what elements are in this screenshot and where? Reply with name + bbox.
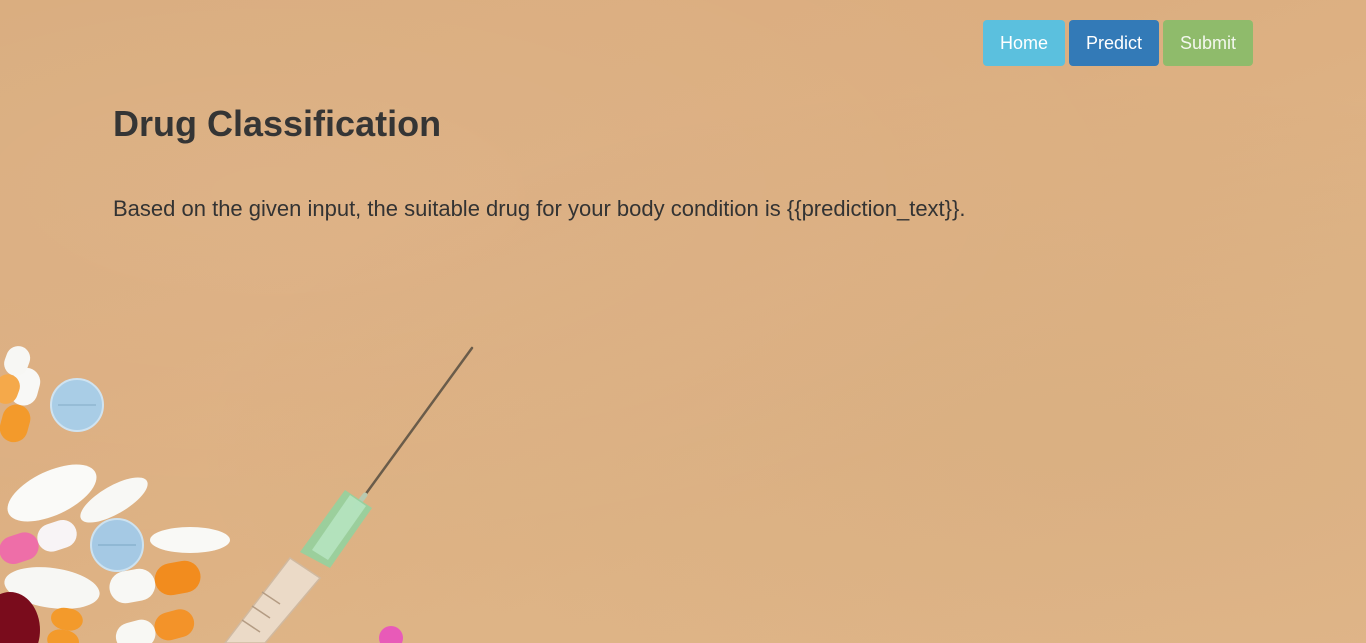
page-title: Drug Classification xyxy=(113,103,442,144)
syringe-icon xyxy=(224,346,474,643)
pills-icon xyxy=(0,346,403,643)
pills-syringe-illustration xyxy=(0,346,474,643)
home-button[interactable]: Home xyxy=(983,20,1065,66)
predict-button[interactable]: Predict xyxy=(1069,20,1159,66)
submit-button[interactable]: Submit xyxy=(1163,20,1253,66)
prediction-result-text: Based on the given input, the suitable d… xyxy=(113,196,966,221)
top-nav: Home Predict Submit xyxy=(983,20,1253,66)
